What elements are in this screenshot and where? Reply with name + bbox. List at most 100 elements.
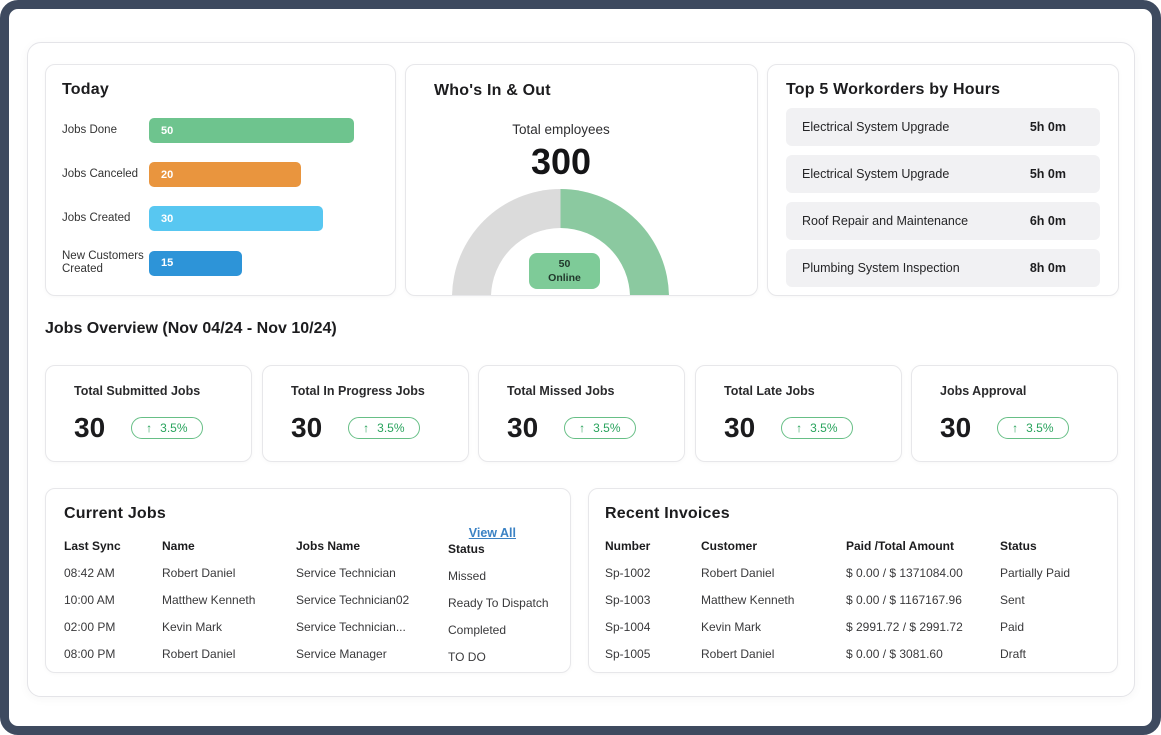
workorder-row[interactable]: Electrical System Upgrade 5h 0m <box>786 155 1100 193</box>
jobs-overview-heading: Jobs Overview (Nov 04/24 - Nov 10/24) <box>45 320 337 338</box>
cell-last-sync: 08:00 PM <box>64 647 162 661</box>
stat-card-approval: Jobs Approval 30 ↑ 3.5% <box>911 365 1118 462</box>
cell-number: Sp-1005 <box>605 647 701 661</box>
current-jobs-row[interactable]: 02:00 PM Kevin Mark Service Technician..… <box>64 620 552 634</box>
invoice-row[interactable]: Sp-1002 Robert Daniel $ 0.00 / $ 1371084… <box>605 566 1101 580</box>
recent-invoices-title: Recent Invoices <box>605 505 1101 523</box>
cell-last-sync: 08:42 AM <box>64 566 162 580</box>
workorder-row[interactable]: Roof Repair and Maintenance 6h 0m <box>786 202 1100 240</box>
stat-label: Total In Progress Jobs <box>291 384 468 398</box>
cell-name: Kevin Mark <box>162 620 296 634</box>
stat-delta-pill: ↑3.5% <box>348 417 419 439</box>
cell-status: Sent <box>1000 593 1101 607</box>
workorder-name: Electrical System Upgrade <box>802 120 949 134</box>
dashboard-page: Today Jobs Done 50 Jobs Canceled 20 Jobs… <box>0 0 1161 735</box>
col-amount: Paid /Total Amount <box>846 539 1000 553</box>
total-employees-value: 300 <box>406 141 716 183</box>
stat-label: Total Submitted Jobs <box>74 384 251 398</box>
workorder-row[interactable]: Plumbing System Inspection 8h 0m <box>786 249 1100 287</box>
stat-delta: 3.5% <box>160 421 187 435</box>
today-card: Today Jobs Done 50 Jobs Canceled 20 Jobs… <box>45 64 396 296</box>
workorder-hours: 5h 0m <box>1030 120 1066 134</box>
bar-jobs-canceled[interactable]: 20 <box>149 162 301 187</box>
up-arrow-icon: ↑ <box>1012 421 1018 435</box>
workorder-name: Roof Repair and Maintenance <box>802 214 968 228</box>
col-jobs-name: Jobs Name <box>296 539 448 553</box>
up-arrow-icon: ↑ <box>146 421 152 435</box>
cell-amount: $ 0.00 / $ 1167167.96 <box>846 593 1000 607</box>
cell-customer: Kevin Mark <box>701 620 846 634</box>
cell-number: Sp-1002 <box>605 566 701 580</box>
up-arrow-icon: ↑ <box>363 421 369 435</box>
up-arrow-icon: ↑ <box>796 421 802 435</box>
stat-delta: 3.5% <box>593 421 620 435</box>
cell-name: Robert Daniel <box>162 566 296 580</box>
stat-value: 30 <box>291 412 322 444</box>
online-label: Online <box>529 271 600 285</box>
cell-customer: Matthew Kenneth <box>701 593 846 607</box>
workorder-row[interactable]: Electrical System Upgrade 5h 0m <box>786 108 1100 146</box>
bar-new-customers[interactable]: 15 <box>149 251 242 276</box>
cell-name: Robert Daniel <box>162 647 296 661</box>
bar-jobs-done[interactable]: 50 <box>149 118 354 143</box>
online-badge[interactable]: 50 Online <box>529 253 600 289</box>
cell-number: Sp-1003 <box>605 593 701 607</box>
current-jobs-title: Current Jobs <box>64 505 552 523</box>
invoice-row[interactable]: Sp-1004 Kevin Mark $ 2991.72 / $ 2991.72… <box>605 620 1101 634</box>
whos-in-out-card: Who's In & Out Total employees 300 50 On… <box>405 64 758 296</box>
current-jobs-header: Last Sync Name Jobs Name Status <box>64 539 552 553</box>
cell-status: TO DO <box>448 650 552 664</box>
top-workorders-card: Top 5 Workorders by Hours Electrical Sys… <box>767 64 1119 296</box>
stat-delta-pill: ↑ 3.5% <box>997 417 1068 439</box>
top-workorders-title: Top 5 Workorders by Hours <box>786 81 1100 99</box>
current-jobs-card: Current Jobs View All Last Sync Name Job… <box>45 488 571 673</box>
current-jobs-row[interactable]: 10:00 AM Matthew Kenneth Service Technic… <box>64 593 552 607</box>
cell-customer: Robert Daniel <box>701 647 846 661</box>
stat-delta: 3.5% <box>1026 421 1053 435</box>
cell-jobs-name: Service Technician... <box>296 620 448 634</box>
stat-value: 30 <box>74 412 105 444</box>
stat-label: Total Late Jobs <box>724 384 901 398</box>
cell-jobs-name: Service Technician02 <box>296 593 448 607</box>
bar-row-jobs-done: Jobs Done 50 <box>62 118 379 143</box>
dashboard-container: Today Jobs Done 50 Jobs Canceled 20 Jobs… <box>27 42 1135 697</box>
stat-value: 30 <box>507 412 538 444</box>
current-jobs-row[interactable]: 08:42 AM Robert Daniel Service Technicia… <box>64 566 552 580</box>
recent-invoices-header: Number Customer Paid /Total Amount Statu… <box>605 539 1101 553</box>
bar-label-jobs-canceled: Jobs Canceled <box>62 168 149 181</box>
online-count: 50 <box>529 257 600 271</box>
invoice-row[interactable]: Sp-1005 Robert Daniel $ 0.00 / $ 3081.60… <box>605 647 1101 661</box>
today-title: Today <box>62 81 379 99</box>
col-name: Name <box>162 539 296 553</box>
cell-status: Ready To Dispatch <box>448 596 552 610</box>
bar-jobs-created[interactable]: 30 <box>149 206 323 231</box>
bar-label-jobs-created: Jobs Created <box>62 212 149 225</box>
stat-card-late: Total Late Jobs 30 ↑ 3.5% <box>695 365 902 462</box>
workorder-name: Plumbing System Inspection <box>802 261 960 275</box>
cell-number: Sp-1004 <box>605 620 701 634</box>
cell-jobs-name: Service Manager <box>296 647 448 661</box>
col-last-sync: Last Sync <box>64 539 162 553</box>
stat-delta-pill: ↑3.5% <box>564 417 635 439</box>
stat-delta: 3.5% <box>810 421 837 435</box>
cell-amount: $ 0.00 / $ 1371084.00 <box>846 566 1000 580</box>
invoice-row[interactable]: Sp-1003 Matthew Kenneth $ 0.00 / $ 11671… <box>605 593 1101 607</box>
cell-status: Draft <box>1000 647 1101 661</box>
workorder-name: Electrical System Upgrade <box>802 167 949 181</box>
col-number: Number <box>605 539 701 553</box>
view-all-link[interactable]: View All <box>469 526 516 540</box>
workorder-hours: 8h 0m <box>1030 261 1066 275</box>
stat-value: 30 <box>940 412 971 444</box>
col-customer: Customer <box>701 539 846 553</box>
whos-in-out-title: Who's In & Out <box>434 82 551 100</box>
bar-row-jobs-canceled: Jobs Canceled 20 <box>62 162 379 187</box>
stat-label: Jobs Approval <box>940 384 1117 398</box>
bar-label-jobs-done: Jobs Done <box>62 124 149 137</box>
cell-status: Partially Paid <box>1000 566 1101 580</box>
current-jobs-row[interactable]: 08:00 PM Robert Daniel Service Manager T… <box>64 647 552 661</box>
cell-status: Missed <box>448 569 552 583</box>
workorder-hours: 5h 0m <box>1030 167 1066 181</box>
col-status: Status <box>1000 539 1101 553</box>
stat-value: 30 <box>724 412 755 444</box>
bar-label-new-customers: New Customers Created <box>62 250 149 276</box>
